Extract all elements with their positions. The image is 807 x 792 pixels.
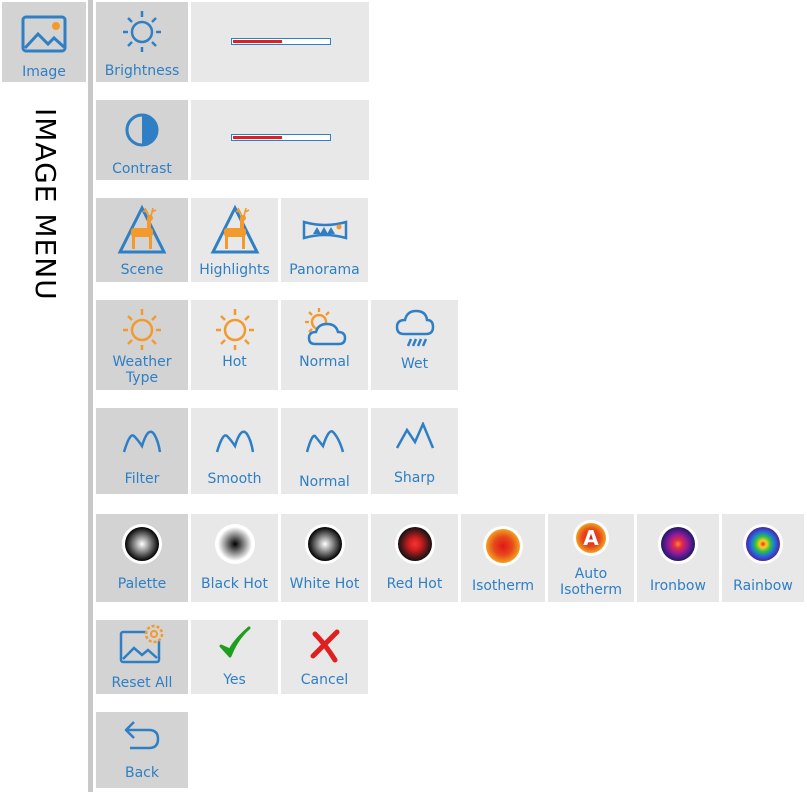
normal-filter-label: Normal [299,474,350,490]
brightness-level-bar[interactable] [231,38,331,45]
normal-weather-label: Normal [299,354,350,370]
contrast-level-fill [233,136,282,139]
brightness-level-fill [233,40,282,43]
wet-label: Wet [400,356,429,372]
palette-option-white-hot[interactable]: White Hot [281,514,368,602]
image-icon [2,14,86,54]
palette-icon [96,522,188,566]
panorama-icon [281,218,368,242]
contrast-label: Contrast [112,161,172,177]
palette-option-ironbow[interactable]: Ironbow [637,514,719,602]
red-hot-icon [371,522,458,566]
back-arrow-icon [96,718,188,754]
reset-all-button[interactable]: Reset All [96,620,188,694]
back-button[interactable]: Back [96,712,188,788]
contrast-level-bar[interactable] [231,134,331,141]
reset-yes-button[interactable]: Yes [191,620,278,694]
sidebar-divider [88,0,93,792]
brightness-label: Brightness [104,63,180,79]
half-circle-icon [96,112,188,148]
contrast-slider-panel[interactable] [191,100,369,180]
reset-all-label: Reset All [111,675,173,691]
palette-option-rainbow[interactable]: Rainbow [722,514,804,602]
deer-icon [191,204,278,256]
auto-isotherm-label: Auto Isotherm [559,566,623,598]
palette-option-red-hot[interactable]: Red Hot [371,514,458,602]
sun-icon [96,8,188,52]
isotherm-icon [461,524,545,568]
peaks-icon [96,426,188,456]
weather-type-label: Weather Type [112,354,172,386]
scene-button[interactable]: Scene [96,198,188,282]
image-label: Image [22,64,66,80]
peaks-icon [371,422,458,452]
filter-option-sharp[interactable]: Sharp [371,408,458,494]
x-mark-icon [281,628,368,664]
yes-label: Yes [223,672,246,688]
rain-cloud-icon [371,308,458,352]
checkmark-icon [191,624,278,664]
filter-option-smooth[interactable]: Smooth [191,408,278,494]
reset-cancel-button[interactable]: Cancel [281,620,368,694]
palette-option-black-hot[interactable]: Black Hot [191,514,278,602]
contrast-button[interactable]: Contrast [96,100,188,180]
image-gear-icon [96,624,188,666]
deer-icon [96,204,188,256]
auto-badge: A [583,526,599,550]
white-hot-label: White Hot [289,576,360,592]
palette-option-auto-isotherm[interactable]: A Auto Isotherm [548,514,634,602]
black-hot-label: Black Hot [201,576,268,592]
isotherm-label: Isotherm [471,578,535,594]
black-hot-icon [191,522,278,566]
sun-icon [191,306,278,350]
ironbow-label: Ironbow [650,578,706,594]
image-menu-button[interactable]: Image [2,2,86,82]
cancel-label: Cancel [300,672,349,688]
hot-label: Hot [222,354,247,370]
sharp-label: Sharp [394,470,435,486]
back-label: Back [125,765,159,781]
sun-cloud-icon [281,306,368,350]
panorama-label: Panorama [289,262,360,278]
scene-option-highlights[interactable]: Highlights [191,198,278,282]
menu-title: IMAGE MENU [29,108,62,301]
red-hot-label: Red Hot [386,576,443,592]
highlights-label: Highlights [199,262,270,278]
weather-option-wet[interactable]: Wet [371,300,458,390]
rainbow-label: Rainbow [733,578,793,594]
sun-icon [96,306,188,350]
filter-option-normal[interactable]: Normal [281,408,368,494]
weather-option-normal[interactable]: Normal [281,300,368,390]
brightness-button[interactable]: Brightness [96,2,188,82]
palette-label: Palette [117,576,167,592]
filter-label: Filter [124,471,160,487]
brightness-slider-panel[interactable] [191,2,369,82]
rainbow-icon [722,522,804,566]
scene-option-panorama[interactable]: Panorama [281,198,368,282]
smooth-label: Smooth [207,471,262,487]
ironbow-icon [637,522,719,566]
palette-button[interactable]: Palette [96,514,188,602]
filter-button[interactable]: Filter [96,408,188,494]
peaks-icon [281,426,368,456]
white-hot-icon [281,522,368,566]
weather-option-hot[interactable]: Hot [191,300,278,390]
palette-option-isotherm[interactable]: Isotherm [461,514,545,602]
peaks-icon [191,426,278,456]
scene-label: Scene [120,262,164,278]
weather-type-button[interactable]: Weather Type [96,300,188,390]
